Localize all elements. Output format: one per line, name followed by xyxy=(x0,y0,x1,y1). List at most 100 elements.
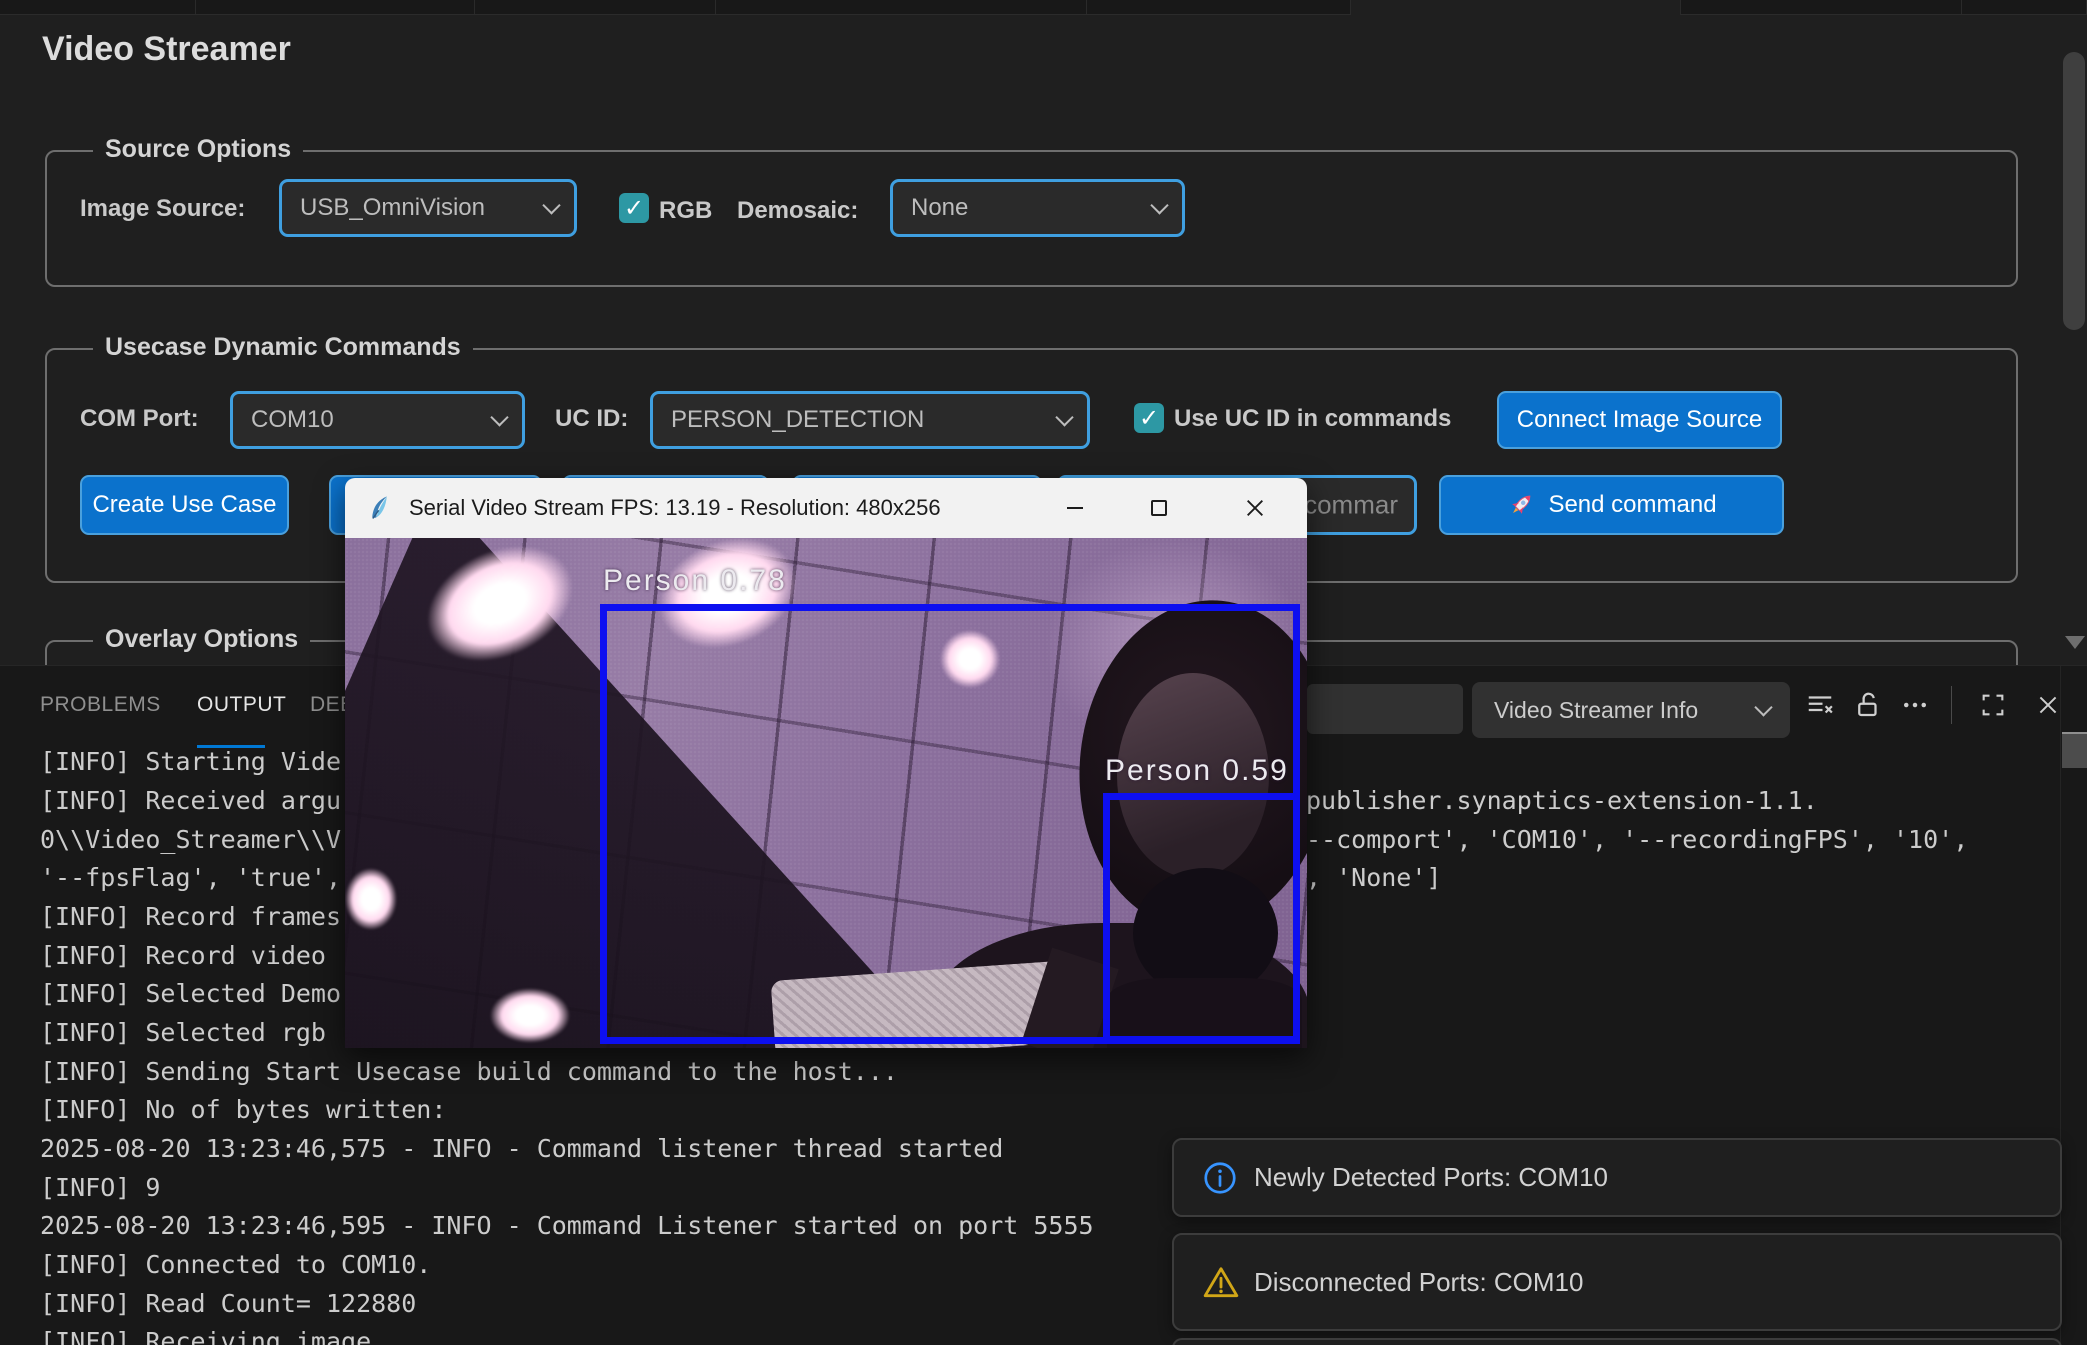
maximize-panel-button[interactable] xyxy=(1976,688,2010,722)
close-button[interactable] xyxy=(1224,478,1286,538)
log-line: 2025-08-20 13:23:46,595 - INFO - Command… xyxy=(40,1211,1094,1250)
maximize-panel-icon xyxy=(1979,691,2007,719)
editor-tab-bar xyxy=(0,0,2087,15)
editor-tab-active[interactable] xyxy=(1351,0,1681,15)
com-port-label: COM Port: xyxy=(80,405,199,433)
overlay-options-legend: Overlay Options xyxy=(93,625,310,654)
source-options-legend: Source Options xyxy=(93,135,303,164)
rgb-label: RGB xyxy=(659,197,712,225)
log-line: '--fpsFlag', 'true', xyxy=(40,863,341,902)
tab-output[interactable]: OUTPUT xyxy=(197,693,286,717)
editor-tab[interactable] xyxy=(1681,0,1962,14)
video-frame: Person 0.78 Person 0.59 xyxy=(345,538,1307,1048)
uc-id-value: PERSON_DETECTION xyxy=(671,406,924,434)
log-line: [INFO] Sending Start Usecase build comma… xyxy=(40,1057,898,1096)
rgb-checkbox[interactable] xyxy=(619,193,649,223)
create-use-case-button[interactable]: Create Use Case xyxy=(80,475,289,535)
demosaic-label: Demosaic: xyxy=(737,197,858,225)
notification-partial[interactable] xyxy=(1172,1338,2062,1345)
log-line: [INFO] Read Count= 122880 xyxy=(40,1289,416,1328)
detection-label: Person 0.59 xyxy=(1105,754,1289,788)
detection-label: Person 0.78 xyxy=(603,564,787,598)
maximize-icon xyxy=(1151,500,1167,516)
minimize-icon xyxy=(1067,507,1083,509)
log-line: [INFO] 9 xyxy=(40,1173,160,1212)
serial-video-stream-window: Serial Video Stream FPS: 13.19 - Resolut… xyxy=(345,478,1307,1048)
toolbar-divider xyxy=(1951,686,1952,724)
close-icon xyxy=(2035,692,2061,718)
log-line: 2025-08-20 13:23:46,575 - INFO - Command… xyxy=(40,1134,1003,1173)
log-scrollbar-thumb[interactable] xyxy=(2062,732,2087,768)
com-port-select[interactable]: COM10 xyxy=(230,391,525,449)
image-source-label: Image Source: xyxy=(80,195,245,223)
log-line: [INFO] Receiving image... xyxy=(40,1327,416,1345)
image-source-select[interactable]: USB_OmniVision xyxy=(279,179,577,237)
tk-feather-icon xyxy=(367,494,395,522)
filter-input[interactable] xyxy=(1307,684,1463,734)
chevron-down-icon xyxy=(1754,698,1772,716)
chevron-down-icon xyxy=(542,196,560,214)
send-command-label: Send command xyxy=(1548,491,1716,519)
warning-icon xyxy=(1202,1264,1238,1300)
editor-tab[interactable] xyxy=(716,0,1087,14)
chevron-down-icon xyxy=(490,408,508,426)
notification-text: Disconnected Ports: COM10 xyxy=(1254,1267,1583,1298)
minimize-button[interactable] xyxy=(1044,478,1106,538)
log-line-fragment: publisher.synaptics-extension-1.1. xyxy=(1306,786,1818,825)
use-uc-id-checkbox[interactable] xyxy=(1134,403,1164,433)
usecase-legend: Usecase Dynamic Commands xyxy=(93,333,473,362)
editor-tab[interactable] xyxy=(196,0,475,14)
ceiling-light xyxy=(345,868,397,930)
log-line: [INFO] Record frames xyxy=(40,902,341,941)
send-command-button[interactable]: Send command xyxy=(1439,475,1784,535)
log-line: [INFO] Selected rgb xyxy=(40,1018,326,1057)
ceiling-light xyxy=(490,988,570,1043)
more-actions-button[interactable] xyxy=(1898,688,1932,722)
clear-output-icon xyxy=(1805,690,1835,720)
source-options-group: Source Options Image Source: USB_OmniVis… xyxy=(45,150,2018,287)
use-uc-id-label: Use UC ID in commands xyxy=(1174,405,1451,433)
notification-newly-detected[interactable]: Newly Detected Ports: COM10 xyxy=(1172,1138,2062,1217)
chevron-down-icon xyxy=(1055,408,1073,426)
detection-box xyxy=(1103,793,1300,1043)
editor-tab[interactable] xyxy=(0,0,196,14)
editor-tab[interactable] xyxy=(1962,0,2087,14)
log-line: [INFO] Selected Demo xyxy=(40,979,341,1018)
clear-output-button[interactable] xyxy=(1803,688,1837,722)
close-icon xyxy=(1244,497,1266,519)
tab-problems[interactable]: PROBLEMS xyxy=(40,693,161,717)
maximize-button[interactable] xyxy=(1128,478,1190,538)
log-line: [INFO] Received argu xyxy=(40,786,341,825)
com-port-value: COM10 xyxy=(251,406,334,434)
output-channel-value: Video Streamer Info xyxy=(1494,697,1698,724)
editor-tab[interactable] xyxy=(1087,0,1351,14)
log-line-fragment: , 'None'] xyxy=(1306,863,1441,902)
log-line-fragment: --comport', 'COM10', '--recordingFPS', '… xyxy=(1306,825,1968,864)
close-panel-button[interactable] xyxy=(2031,688,2065,722)
info-icon xyxy=(1202,1160,1238,1196)
output-channel-select[interactable]: Video Streamer Info xyxy=(1472,682,1790,738)
demosaic-select[interactable]: None xyxy=(890,179,1185,237)
log-line: [INFO] Starting Vide xyxy=(40,747,341,786)
screen: Video Streamer Source Options Image Sour… xyxy=(0,0,2087,1345)
stream-window-title: Serial Video Stream FPS: 13.19 - Resolut… xyxy=(409,478,941,538)
ellipsis-icon xyxy=(1900,690,1930,720)
command-input-text: commar xyxy=(1304,490,1398,521)
unlock-scroll-button[interactable] xyxy=(1851,688,1885,722)
scroll-down-arrow-icon[interactable] xyxy=(2065,636,2085,649)
image-source-value: USB_OmniVision xyxy=(300,194,485,222)
log-line: [INFO] Record video xyxy=(40,941,326,980)
stream-window-titlebar[interactable]: Serial Video Stream FPS: 13.19 - Resolut… xyxy=(345,478,1307,538)
uc-id-select[interactable]: PERSON_DETECTION xyxy=(650,391,1090,449)
log-line: [INFO] Connected to COM10. xyxy=(40,1250,431,1289)
webview-scrollbar-thumb[interactable] xyxy=(2063,52,2085,330)
log-line: 0\\Video_Streamer\\V xyxy=(40,825,341,864)
uc-id-label: UC ID: xyxy=(555,405,628,433)
chevron-down-icon xyxy=(1150,196,1168,214)
editor-tab[interactable] xyxy=(475,0,716,14)
notification-disconnected[interactable]: Disconnected Ports: COM10 xyxy=(1172,1233,2062,1331)
demosaic-value: None xyxy=(911,194,968,222)
connect-image-source-button[interactable]: Connect Image Source xyxy=(1497,391,1782,449)
unlock-icon xyxy=(1853,690,1883,720)
page-title: Video Streamer xyxy=(42,30,291,69)
